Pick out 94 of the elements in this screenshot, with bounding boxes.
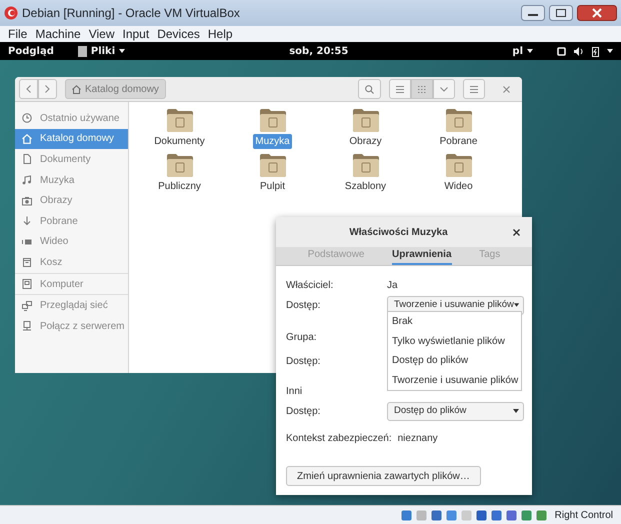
- device-icon: [400, 510, 412, 520]
- menu-icon: [470, 86, 478, 92]
- folder-icon[interactable]: [352, 109, 378, 132]
- list-view-button[interactable]: [389, 79, 411, 99]
- back-button[interactable]: [19, 79, 38, 99]
- caret-icon[interactable]: [607, 49, 613, 53]
- grid-view-button[interactable]: [411, 79, 433, 99]
- menu-button[interactable]: [463, 79, 485, 99]
- grid-icon: [418, 86, 426, 92]
- search-icon: [365, 84, 374, 94]
- access-dropdown[interactable]: Dostęp do plików: [387, 402, 524, 420]
- device-icon: [430, 510, 442, 520]
- menu-item[interactable]: File: [4, 25, 32, 43]
- chevron-right-icon: [45, 85, 50, 93]
- folder-icon[interactable]: [166, 109, 192, 132]
- document-icon: [22, 154, 32, 164]
- battery-icon[interactable]: [592, 46, 599, 56]
- dropdown-option[interactable]: Brak: [388, 312, 521, 332]
- dropdown-option[interactable]: Dostęp do plików: [388, 351, 521, 370]
- menu-item[interactable]: Help: [204, 25, 237, 43]
- dialog-title: Właściwości Muzyka: [349, 226, 448, 238]
- camera-icon: [22, 196, 32, 206]
- menu-item[interactable]: Input: [118, 25, 154, 43]
- language-menu[interactable]: pl: [512, 44, 533, 58]
- device-icon: [490, 510, 502, 520]
- trash-icon: [22, 257, 32, 268]
- menu-item[interactable]: View: [84, 25, 118, 43]
- device-icon: [520, 510, 532, 520]
- folder-icon[interactable]: [352, 154, 378, 177]
- folder-label[interactable]: Obrazy: [347, 134, 384, 149]
- field-label: Dostęp:: [286, 298, 322, 312]
- maximize-icon[interactable]: [549, 5, 573, 21]
- field-label: Dostęp:: [286, 354, 322, 368]
- activities-button[interactable]: Podgląd: [8, 44, 54, 58]
- field-label: Inni: [286, 384, 304, 398]
- home-icon: [22, 134, 32, 144]
- minimize-icon[interactable]: [521, 5, 545, 21]
- device-icon: [506, 510, 517, 520]
- folder-label[interactable]: Pulpit: [258, 179, 287, 194]
- caret-icon: [513, 409, 519, 413]
- view-options-button[interactable]: [433, 79, 455, 99]
- menu-item[interactable]: Machine: [31, 25, 85, 43]
- window-title: Debian [Running] - Oracle VM VirtualBox: [22, 5, 240, 22]
- field-label: Kontekst zabezpieczeń:: [286, 432, 392, 446]
- close-icon[interactable]: [577, 5, 617, 21]
- download-icon: [22, 216, 32, 226]
- music-icon: [22, 175, 32, 186]
- caret-icon: [514, 303, 519, 307]
- caret-icon: [119, 49, 126, 53]
- folder-icon[interactable]: [260, 154, 286, 177]
- files-icon: [78, 46, 87, 56]
- dropdown-option[interactable]: Tworzenie i usuwanie plików: [388, 370, 521, 390]
- server-icon: [22, 321, 32, 332]
- field-value: Ja: [387, 278, 398, 292]
- speaker-icon[interactable]: [574, 46, 584, 56]
- host-key-label: Right Control: [554, 508, 613, 522]
- chevron-down-icon: [440, 86, 448, 92]
- field-label: Grupa:: [286, 330, 318, 344]
- folder-icon[interactable]: [260, 109, 286, 132]
- search-button[interactable]: [358, 79, 381, 99]
- window-icon[interactable]: [557, 46, 566, 56]
- dropdown-option[interactable]: Tylko wyświetlanie plików: [388, 332, 521, 351]
- folder-label[interactable]: Publiczny: [156, 179, 203, 194]
- device-icon: [460, 510, 472, 520]
- folder-label[interactable]: Wideo: [442, 179, 475, 194]
- folder-icon[interactable]: [446, 109, 472, 132]
- app-logo-icon: [4, 6, 18, 20]
- folder-icon[interactable]: [166, 154, 192, 177]
- app-menu[interactable]: Pliki: [78, 44, 126, 58]
- device-icon: [446, 510, 457, 520]
- field-value: nieznany: [398, 432, 438, 446]
- menu-item[interactable]: Devices: [153, 25, 204, 43]
- folder-label[interactable]: Szablony: [342, 179, 388, 194]
- device-icon: [416, 510, 427, 520]
- home-icon: [72, 84, 81, 94]
- field-label: Właściciel:: [286, 278, 334, 292]
- change-permissions-button[interactable]: Zmień uprawnienia zawartych plików…: [286, 466, 481, 486]
- tab[interactable]: Uprawnienia: [392, 247, 452, 265]
- device-icon: [476, 510, 487, 520]
- close-icon[interactable]: [513, 228, 520, 236]
- folder-label[interactable]: Pobrane: [438, 134, 480, 149]
- list-icon: [396, 86, 404, 92]
- device-icon: [536, 510, 547, 520]
- forward-button[interactable]: [38, 79, 57, 99]
- folder-icon[interactable]: [446, 154, 472, 177]
- clock[interactable]: sob, 20:55: [289, 44, 348, 58]
- clock-icon: [22, 113, 32, 124]
- chevron-left-icon: [26, 85, 31, 93]
- caret-icon: [527, 49, 533, 53]
- computer-icon: [22, 279, 32, 290]
- folder-label[interactable]: Dokumenty: [152, 134, 207, 149]
- field-label: Dostęp:: [286, 404, 322, 418]
- network-icon: [22, 300, 32, 311]
- film-icon: [22, 236, 32, 247]
